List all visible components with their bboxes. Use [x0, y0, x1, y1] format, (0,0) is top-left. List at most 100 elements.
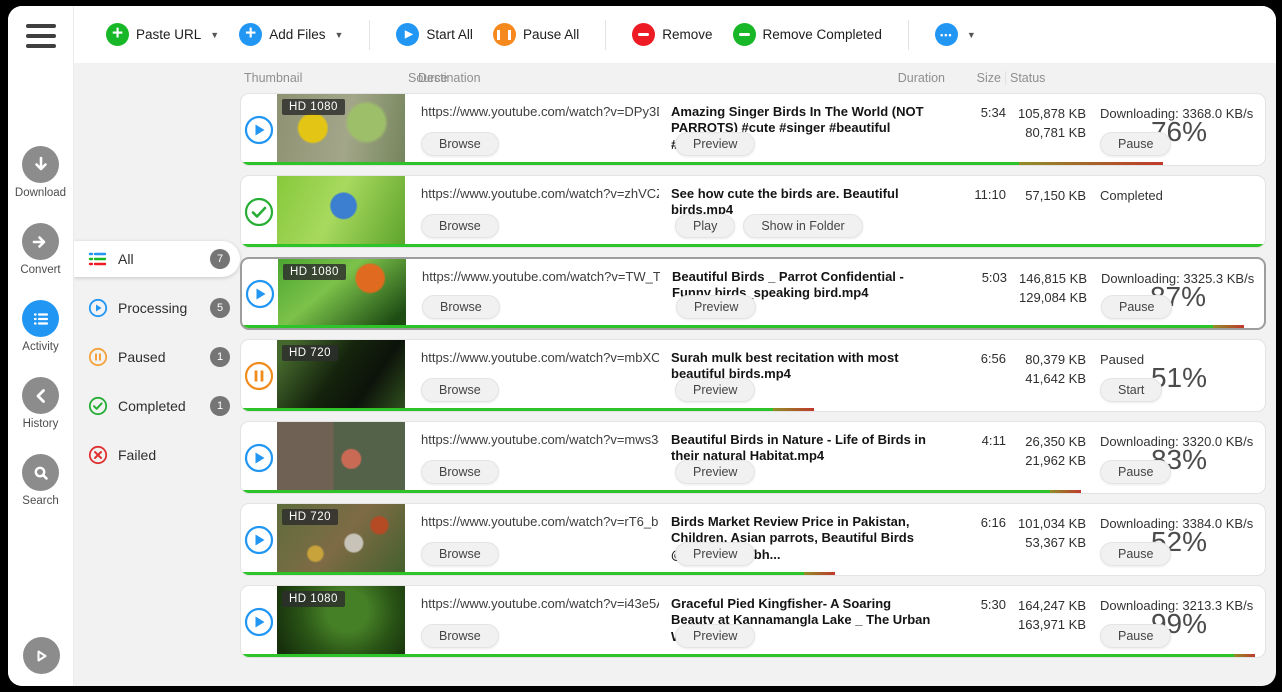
browse-button[interactable]: Browse: [421, 624, 499, 648]
source-url: https://www.youtube.com/watch?v=mbXOlCf8…: [421, 350, 659, 365]
processing-state-icon[interactable]: [241, 422, 277, 493]
chevron-down-icon[interactable]: ▼: [334, 30, 343, 40]
chevron-down-icon[interactable]: ▼: [967, 30, 976, 40]
duration-value: 5:30: [950, 586, 1006, 657]
minus-icon: [733, 23, 756, 46]
download-row[interactable]: https://www.youtube.com/watch?v=mws34sb7…: [240, 421, 1266, 494]
browse-button[interactable]: Browse: [421, 460, 499, 484]
browse-button[interactable]: Browse: [421, 542, 499, 566]
hamburger-menu-icon[interactable]: [25, 22, 57, 50]
filter-completed[interactable]: Completed 1: [74, 388, 240, 424]
hd-badge: HD 1080: [283, 264, 346, 280]
preview-button[interactable]: Preview: [675, 542, 755, 566]
row-action-button[interactable]: Pause: [1100, 542, 1171, 566]
start-all-button[interactable]: Start All: [390, 17, 479, 52]
preview-button[interactable]: Preview: [675, 132, 755, 156]
download-row[interactable]: https://www.youtube.com/watch?v=zhVCZ3EW…: [240, 175, 1266, 248]
processing-state-icon[interactable]: [241, 94, 277, 165]
size-total: 57,150 KB: [1006, 187, 1086, 206]
play-button[interactable]: Play: [675, 214, 735, 238]
browse-button[interactable]: Browse: [421, 214, 499, 238]
row-action-button[interactable]: Pause: [1101, 295, 1172, 319]
status-text: Completed: [1100, 186, 1259, 203]
sidebar-item-convert[interactable]: Convert: [15, 223, 66, 276]
preview-button[interactable]: Preview: [675, 460, 755, 484]
source-url: https://www.youtube.com/watch?v=TW_TXtpA…: [422, 269, 660, 284]
add-files-button[interactable]: Add Files ▼: [233, 17, 349, 52]
download-row[interactable]: HD 720 https://www.youtube.com/watch?v=r…: [240, 503, 1266, 576]
multicolor-list-icon: [88, 249, 108, 269]
video-thumbnail: HD 1080: [277, 94, 405, 165]
toolbar-separator: [369, 20, 370, 50]
preview-button[interactable]: Preview: [675, 378, 755, 402]
destination-actions: Play Show in Folder: [675, 214, 863, 238]
progress-bar-tail: [1019, 162, 1162, 165]
mini-player-button[interactable]: [23, 637, 60, 674]
sidebar-item-activity[interactable]: Activity: [15, 300, 66, 353]
download-row[interactable]: HD 1080 https://www.youtube.com/watch?v=…: [240, 257, 1266, 330]
pause-all-button[interactable]: Pause All: [487, 17, 585, 52]
sidebar-item-label: Download: [15, 187, 66, 199]
paused-state-icon[interactable]: [241, 340, 277, 411]
completed-state-icon[interactable]: [241, 176, 277, 247]
row-action-button[interactable]: Pause: [1100, 460, 1171, 484]
filter-processing[interactable]: Processing 5: [74, 290, 240, 326]
header-destination: Destination: [414, 71, 664, 85]
preview-button[interactable]: Preview: [676, 295, 756, 319]
plus-icon: [106, 23, 129, 46]
remove-button[interactable]: Remove: [626, 17, 718, 52]
filter-failed[interactable]: Failed: [74, 437, 240, 473]
toolbar-separator: [605, 20, 606, 50]
duration-value: 6:16: [950, 504, 1006, 575]
size-values: 57,150 KB: [1006, 176, 1086, 247]
processing-state-icon[interactable]: [241, 586, 277, 657]
row-action-button[interactable]: Pause: [1100, 624, 1171, 648]
preview-button[interactable]: Preview: [675, 624, 755, 648]
check-circle-icon: [88, 396, 108, 416]
filter-panel: All 7 Processing 5 Paused 1 Completed 1: [74, 63, 240, 686]
sidebar-item-history[interactable]: History: [15, 377, 66, 430]
browse-button[interactable]: Browse: [421, 132, 499, 156]
download-row[interactable]: HD 1080 https://www.youtube.com/watch?v=…: [240, 93, 1266, 166]
browse-button[interactable]: Browse: [421, 378, 499, 402]
size-values: 26,350 KB 21,962 KB: [1006, 422, 1086, 493]
filter-paused[interactable]: Paused 1: [74, 339, 240, 375]
hd-badge: HD 720: [282, 345, 338, 361]
more-options-button[interactable]: ▼: [929, 17, 982, 52]
pause-circle-icon: [88, 347, 108, 367]
progress-bar: [241, 654, 1265, 657]
progress-bar-tail: [1213, 325, 1244, 328]
count-badge: 1: [210, 347, 230, 367]
video-thumbnail: HD 720: [277, 504, 405, 575]
size-total: 164,247 KB: [1006, 597, 1086, 616]
row-action-button[interactable]: Pause: [1100, 132, 1171, 156]
remove-completed-button[interactable]: Remove Completed: [727, 17, 888, 52]
toolbar-separator: [908, 20, 909, 50]
download-row[interactable]: HD 1080 https://www.youtube.com/watch?v=…: [240, 585, 1266, 658]
chevron-left-icon: [22, 377, 59, 414]
show-in-folder-button[interactable]: Show in Folder: [743, 214, 862, 238]
progress-bar-done: [242, 325, 1213, 328]
progress-bar: [241, 244, 1265, 247]
sidebar-item-search[interactable]: Search: [15, 454, 66, 507]
search-icon: [22, 454, 59, 491]
progress-bar-tail: [1234, 654, 1254, 657]
processing-state-icon[interactable]: [242, 259, 278, 328]
sidebar-item-download[interactable]: Download: [15, 146, 66, 199]
filter-all[interactable]: All 7: [74, 241, 240, 277]
processing-state-icon[interactable]: [241, 504, 277, 575]
duration-value: 6:56: [950, 340, 1006, 411]
browse-button[interactable]: Browse: [422, 295, 500, 319]
download-row[interactable]: HD 720 https://www.youtube.com/watch?v=m…: [240, 339, 1266, 412]
chevron-down-icon[interactable]: ▼: [210, 30, 219, 40]
destination-actions: Preview: [675, 378, 755, 402]
row-action-button[interactable]: Start: [1100, 378, 1162, 402]
size-values: 164,247 KB 163,971 KB: [1006, 586, 1086, 657]
rows-container: HD 1080 https://www.youtube.com/watch?v=…: [240, 93, 1270, 658]
paste-url-button[interactable]: Paste URL ▼: [100, 17, 225, 52]
list-icon: [22, 300, 59, 337]
size-downloaded: 163,971 KB: [1006, 616, 1086, 635]
size-values: 105,878 KB 80,781 KB: [1006, 94, 1086, 165]
play-outline-icon: [31, 646, 51, 666]
downloads-table: Thumbnail Source Destination Duration Si…: [240, 63, 1270, 686]
